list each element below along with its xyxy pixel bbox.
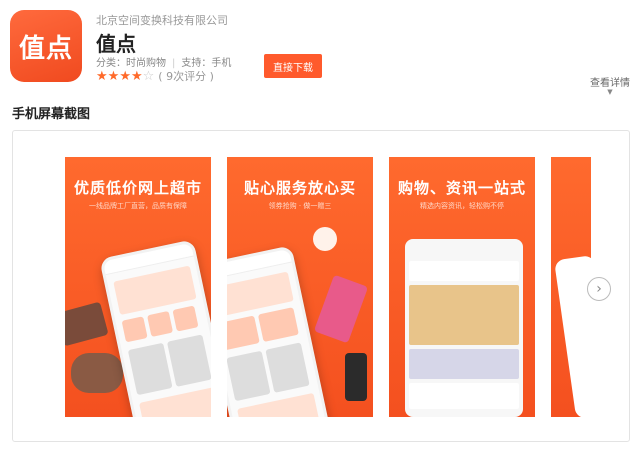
- category-tile: [172, 305, 199, 332]
- product-tile: [265, 342, 310, 393]
- news-item: [409, 383, 519, 409]
- product-tile: [127, 342, 173, 396]
- category-tile: [147, 310, 174, 337]
- star-icon: ★: [107, 68, 120, 84]
- coupon-tile: [227, 315, 260, 351]
- screenshot-subtitle: 精选内容资讯，轻松购不停: [420, 202, 504, 210]
- app-title: 值点: [96, 32, 136, 56]
- screenshot-2[interactable]: 贴心服务放心买 领券抢购 · 做一赠三: [227, 157, 373, 417]
- screenshot-title: 贴心服务放心买: [243, 179, 356, 197]
- chevron-down-icon: ▼: [607, 88, 613, 96]
- product-tile: [227, 350, 271, 402]
- app-detail-page: 值点 北京空间变换科技有限公司 值点 分类：时尚购物 | 支持：手机 ★ ★ ★ ★…: [0, 0, 640, 452]
- star-icon: ★: [130, 68, 143, 84]
- product-tile: [166, 334, 211, 387]
- screenshots-section-title: 手机屏幕截图: [12, 107, 91, 122]
- coupon-tile: [257, 307, 299, 343]
- next-screenshot-button[interactable]: ›: [587, 277, 611, 301]
- news-image: [409, 349, 519, 379]
- app-icon-text: 值点: [18, 33, 73, 64]
- phone-product-image: [313, 274, 369, 344]
- support-value: 手机: [211, 58, 232, 69]
- app-meta: 分类：时尚购物 | 支持：手机: [96, 54, 231, 69]
- screenshot-subtitle: 领券抢购 · 做一赠三: [268, 202, 332, 210]
- phone-mockup: [554, 254, 591, 417]
- screenshot-gallery: 优质低价网上超市 一线品牌工厂直营，品质有保障 贴心服务放心买 领券抢购 · 做…: [12, 130, 630, 442]
- phone-mockup: [405, 239, 523, 417]
- badge-image: [313, 227, 337, 251]
- chevron-right-icon: ›: [596, 281, 602, 297]
- screenshot-title: 购物、资讯一站式: [397, 179, 526, 197]
- screenshot-3[interactable]: 购物、资讯一站式 精选内容资讯，轻松购不停: [389, 157, 535, 417]
- screenshot-subtitle: 一线品牌工厂直营，品质有保障: [89, 202, 187, 210]
- star-icon: ★: [119, 68, 131, 84]
- news-image: [409, 285, 519, 345]
- screenshot-title: 优质低价网上超市: [73, 179, 202, 197]
- news-headline: [409, 261, 519, 281]
- app-icon: 值点: [10, 10, 82, 82]
- download-button[interactable]: 直接下载: [264, 54, 322, 78]
- thermos-image: [345, 353, 367, 401]
- cooker-image: [71, 353, 123, 393]
- developer-name: 北京空间变换科技有限公司: [96, 14, 228, 27]
- rating-count: ( 9次评分 ): [158, 70, 214, 83]
- star-empty-icon: ☆: [142, 68, 155, 84]
- category-tile: [121, 316, 148, 343]
- screenshot-1[interactable]: 优质低价网上超市 一线品牌工厂直营，品质有保障: [65, 157, 211, 417]
- star-icon: ★: [96, 68, 108, 84]
- rating: ★ ★ ★ ★ ☆ ( 9次评分 ): [96, 68, 214, 84]
- phone-mockup: [99, 239, 211, 417]
- view-details-link[interactable]: 查看详情 ▼: [590, 74, 630, 96]
- screenshot-4[interactable]: [551, 157, 591, 417]
- gift-box-image: [65, 301, 109, 347]
